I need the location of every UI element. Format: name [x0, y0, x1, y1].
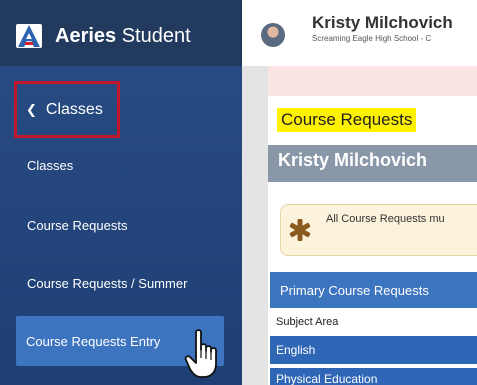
header-school-name: Screaming Eagle High School - C: [312, 34, 432, 43]
back-to-classes-button[interactable]: ❮ Classes: [14, 81, 120, 138]
back-label: Classes: [45, 100, 103, 118]
page-title: Course Requests: [277, 108, 417, 132]
table-row[interactable]: English: [270, 336, 477, 364]
brand-name: Aeries Student: [55, 25, 191, 47]
alert-strip: [268, 66, 477, 96]
subject-header-label: Subject Area: [276, 316, 339, 328]
sidebar-item-course-requests[interactable]: Course Requests: [27, 218, 127, 233]
row-subject: Physical Education: [276, 372, 378, 385]
notice-text: All Course Requests mu: [326, 213, 445, 225]
asterisk-icon: [289, 219, 311, 241]
header-user-name: Kristy Milchovich: [312, 13, 453, 32]
hand-pointer-icon: [184, 329, 217, 378]
content-gutter: [242, 66, 268, 385]
subject-area-column-header: Subject Area: [270, 311, 477, 333]
sidebar-item-label: Course Requests Entry: [26, 333, 161, 349]
primary-header-label: Primary Course Requests: [280, 282, 429, 298]
app-header: Kristy Milchovich Screaming Eagle High S…: [242, 0, 477, 66]
chevron-left-icon: ❮: [26, 101, 37, 117]
table-row[interactable]: Physical Education: [270, 368, 477, 385]
sidebar-item-course-requests-summer[interactable]: Course Requests / Summer: [27, 276, 187, 291]
aeries-logo-icon: [16, 24, 42, 48]
primary-course-requests-header: Primary Course Requests: [270, 272, 477, 308]
row-subject: English: [276, 343, 316, 357]
student-name: Kristy Milchovich: [278, 150, 428, 170]
sidebar-item-classes[interactable]: Classes: [27, 158, 73, 173]
brand-bar: Aeries Student: [0, 0, 242, 66]
avatar[interactable]: [261, 23, 285, 47]
